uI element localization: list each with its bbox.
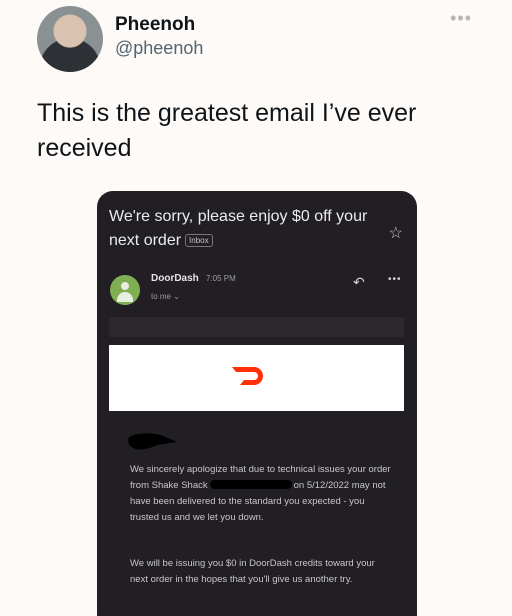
- recipient-line: to me ⌄: [151, 292, 180, 301]
- doordash-banner: [109, 345, 404, 411]
- email-paragraph-2: We will be issuing you $0 in DoorDash cr…: [130, 558, 375, 585]
- profile-avatar[interactable]: [37, 6, 103, 72]
- display-name[interactable]: Pheenoh: [115, 14, 195, 36]
- star-icon: ☆: [388, 225, 403, 242]
- sender-avatar-icon: [110, 275, 140, 305]
- redacted-address: [209, 480, 292, 489]
- more-options-icon[interactable]: •••: [450, 8, 472, 29]
- redacted-name: [128, 433, 177, 450]
- email-screenshot: We're sorry, please enjoy $0 off your ne…: [97, 191, 417, 616]
- email-subject-text: We're sorry, please enjoy $0 off your ne…: [109, 208, 368, 249]
- reply-icon: ↶: [353, 274, 365, 290]
- doordash-logo-icon: [232, 367, 263, 385]
- email-header-bar: [109, 317, 404, 337]
- sender-name: DoorDash: [151, 273, 199, 284]
- tweet-text: This is the greatest email I’ve ever rec…: [37, 99, 417, 162]
- email-more-icon: •••: [388, 274, 402, 285]
- email-subject: We're sorry, please enjoy $0 off your ne…: [109, 205, 379, 253]
- email-paragraph-1: We sincerely apologize that due to techn…: [130, 464, 391, 523]
- inbox-label: Inbox: [185, 234, 213, 247]
- user-handle[interactable]: @pheenoh: [115, 38, 203, 59]
- email-time: 7:05 PM: [206, 274, 236, 283]
